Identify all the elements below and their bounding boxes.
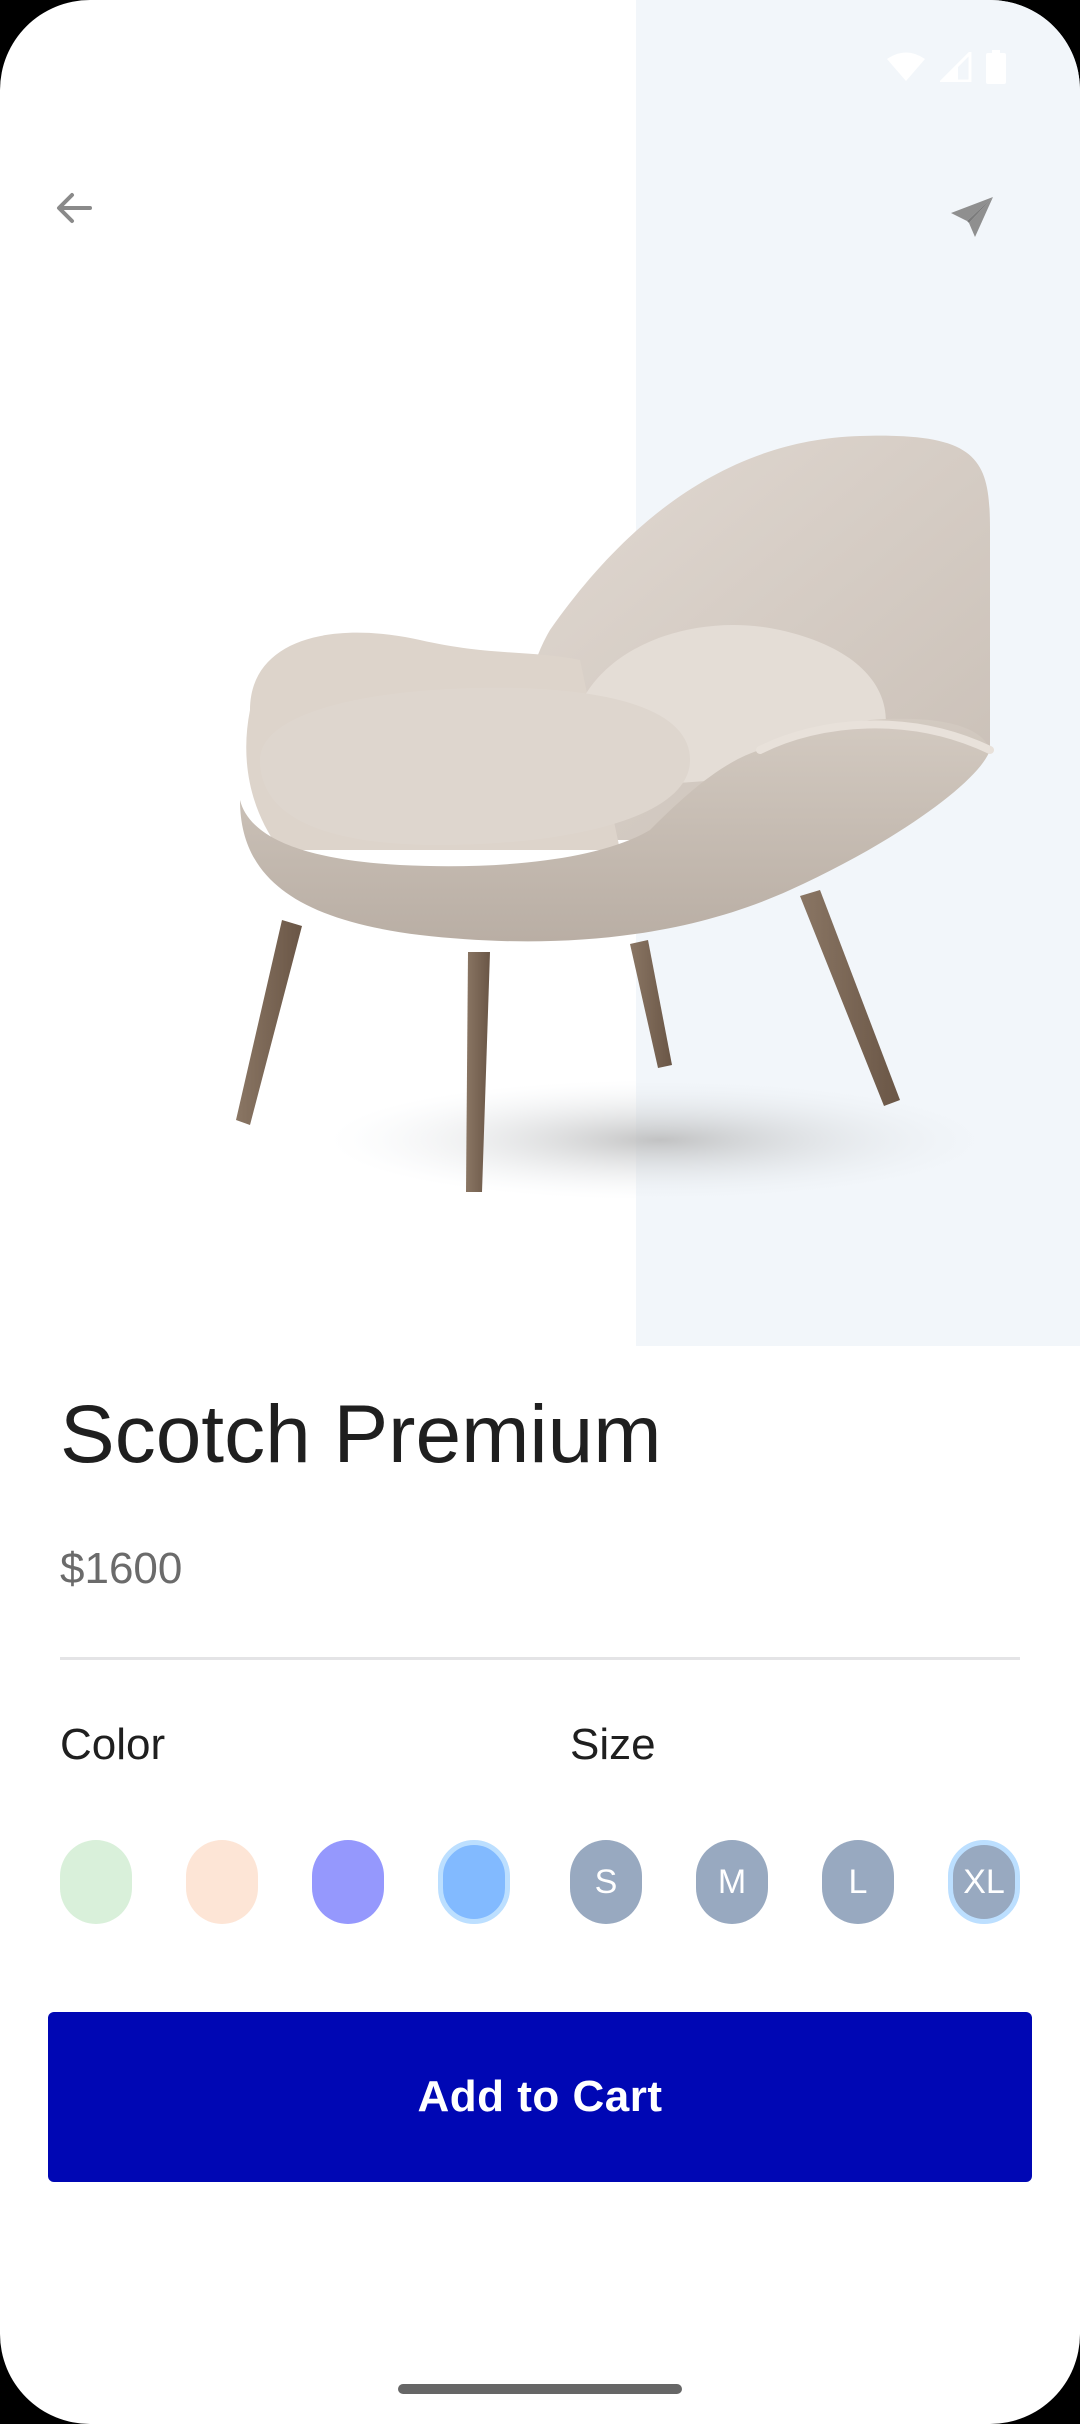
divider	[60, 1657, 1020, 1660]
product-image	[236, 435, 994, 1200]
color-swatch-purple[interactable]	[312, 1840, 384, 1924]
size-label: Size	[570, 1720, 656, 1769]
size-chip-l[interactable]: L	[822, 1840, 894, 1924]
size-chip-s[interactable]: S	[570, 1840, 642, 1924]
back-button[interactable]	[38, 172, 110, 244]
product-detail-screen: Scotch Premium $1600 Color Size S M L XL…	[0, 0, 1080, 2424]
home-indicator[interactable]	[398, 2384, 682, 2394]
status-bar	[886, 50, 1006, 84]
color-swatch-green[interactable]	[60, 1840, 132, 1924]
share-button[interactable]	[936, 182, 1008, 254]
product-price: $1600	[60, 1544, 183, 1593]
battery-icon	[986, 50, 1006, 84]
arrow-left-icon	[57, 193, 92, 223]
size-chip-xl[interactable]: XL	[948, 1840, 1020, 1924]
product-title: Scotch Premium	[60, 1389, 662, 1480]
send-icon	[951, 197, 993, 237]
color-label: Color	[60, 1720, 166, 1769]
color-swatch-peach[interactable]	[186, 1840, 258, 1924]
color-swatch-blue[interactable]	[438, 1840, 510, 1924]
size-chip-m[interactable]: M	[696, 1840, 768, 1924]
wifi-icon	[887, 52, 925, 81]
add-to-cart-button[interactable]: Add to Cart	[48, 2012, 1032, 2182]
cellular-signal-icon	[940, 52, 972, 82]
